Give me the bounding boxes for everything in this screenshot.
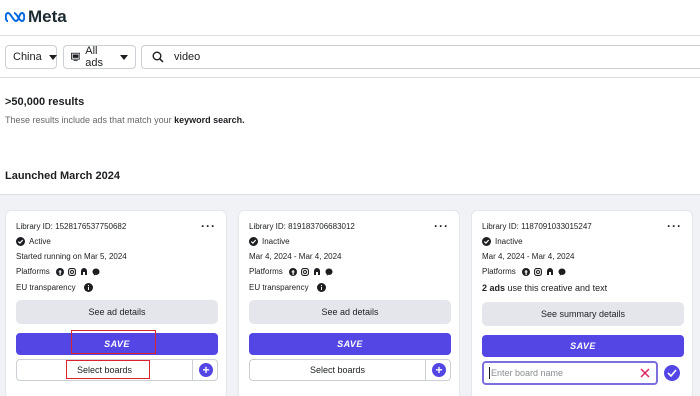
more-options-icon[interactable]: ··· — [667, 220, 682, 232]
ad-type-value: All ads — [85, 45, 103, 69]
board-name-input[interactable]: Enter board name — [482, 361, 658, 385]
platforms-label: Platforms — [249, 267, 283, 276]
platforms-row: Platforms — [482, 267, 566, 276]
save-button[interactable]: SAVE — [249, 333, 451, 355]
audience-network-icon — [80, 267, 87, 275]
search-value: video — [174, 51, 201, 63]
search-input[interactable]: video — [141, 45, 700, 69]
audience-network-icon — [546, 267, 553, 275]
ad-card: Library ID: 1187091033015247 ··· Inactiv… — [471, 210, 693, 396]
filter-bar: China All ads video — [0, 36, 700, 78]
more-options-icon[interactable]: ··· — [201, 220, 216, 232]
see-ad-details-button[interactable]: See ad details — [249, 300, 451, 324]
close-icon[interactable] — [639, 366, 651, 380]
meta-infinity-icon — [5, 11, 25, 23]
ads-count-row: 2 ads use this creative and text — [482, 283, 607, 293]
run-dates: Started running on Mar 5, 2024 — [16, 252, 127, 261]
facebook-icon — [521, 267, 530, 276]
eu-transparency-row: EU transparency — [249, 283, 326, 292]
platforms-label: Platforms — [16, 267, 50, 276]
checkmark-icon — [667, 369, 677, 377]
audience-network-icon — [313, 267, 320, 275]
confirm-board-button[interactable] — [664, 365, 680, 381]
info-icon[interactable] — [83, 283, 93, 292]
library-id: Library ID: 1187091033015247 — [482, 222, 592, 231]
more-options-icon[interactable]: ··· — [434, 220, 449, 232]
launched-heading: Launched March 2024 — [5, 170, 120, 182]
ads-count: 2 ads — [482, 283, 506, 293]
see-summary-details-button[interactable]: See summary details — [482, 302, 684, 326]
status-row: Inactive — [482, 237, 523, 246]
info-icon[interactable] — [316, 283, 326, 292]
status-check-icon — [482, 237, 491, 246]
top-bar: Meta — [0, 0, 700, 36]
results-count: >50,000 results — [5, 96, 85, 108]
logo-text: Meta — [28, 7, 67, 26]
status-text: Inactive — [495, 237, 523, 246]
plus-icon[interactable]: + — [199, 363, 213, 377]
status-check-icon — [249, 237, 258, 246]
instagram-icon — [300, 267, 309, 276]
messenger-icon — [92, 268, 100, 276]
status-check-icon — [16, 237, 25, 246]
status-row: Inactive — [249, 237, 290, 246]
plus-icon[interactable]: + — [432, 363, 446, 377]
results-note: These results include ads that match you… — [5, 115, 245, 125]
ad-type-dropdown[interactable]: All ads — [63, 45, 136, 69]
run-dates: Mar 4, 2024 - Mar 4, 2024 — [249, 252, 342, 261]
chevron-down-icon — [120, 54, 128, 60]
platforms-label: Platforms — [482, 267, 516, 276]
text-cursor — [489, 367, 490, 379]
instagram-icon — [67, 267, 76, 276]
ad-card: Library ID: 819183706683012 ··· Inactive… — [238, 210, 460, 396]
platforms-row: Platforms — [16, 267, 100, 276]
results-note-text: These results include ads that match you… — [5, 115, 175, 125]
results-panel: >50,000 results These results include ad… — [0, 78, 700, 195]
highlight-save-button — [71, 330, 156, 354]
run-dates: Mar 4, 2024 - Mar 4, 2024 — [482, 252, 575, 261]
save-button[interactable]: SAVE — [482, 335, 684, 357]
library-id: Library ID: 1528176537750682 — [16, 222, 127, 231]
board-selector: Select boards + — [249, 359, 451, 381]
messenger-icon — [325, 268, 333, 276]
facebook-icon — [288, 267, 297, 276]
ads-count-text: use this creative and text — [505, 283, 608, 293]
select-boards-button[interactable]: Select boards — [250, 360, 426, 380]
status-text: Inactive — [262, 237, 290, 246]
search-icon — [152, 51, 164, 63]
board-name-placeholder: Enter board name — [491, 368, 564, 378]
meta-logo[interactable]: Meta — [5, 7, 67, 27]
platforms-row: Platforms — [249, 267, 333, 276]
country-value: China — [13, 51, 42, 63]
monitor-icon — [71, 52, 81, 61]
facebook-icon — [55, 267, 64, 276]
results-note-keyword: keyword search. — [174, 115, 245, 125]
status-row: Active — [16, 237, 51, 246]
library-id: Library ID: 819183706683012 — [249, 222, 355, 231]
highlight-select-boards — [66, 360, 150, 379]
eu-transparency-label: EU transparency — [16, 283, 76, 292]
instagram-icon — [533, 267, 542, 276]
status-text: Active — [29, 237, 51, 246]
eu-transparency-row: EU transparency — [16, 283, 93, 292]
country-dropdown[interactable]: China — [5, 45, 57, 69]
messenger-icon — [558, 268, 566, 276]
chevron-down-icon — [48, 54, 57, 60]
eu-transparency-label: EU transparency — [249, 283, 309, 292]
see-ad-details-button[interactable]: See ad details — [16, 300, 218, 324]
